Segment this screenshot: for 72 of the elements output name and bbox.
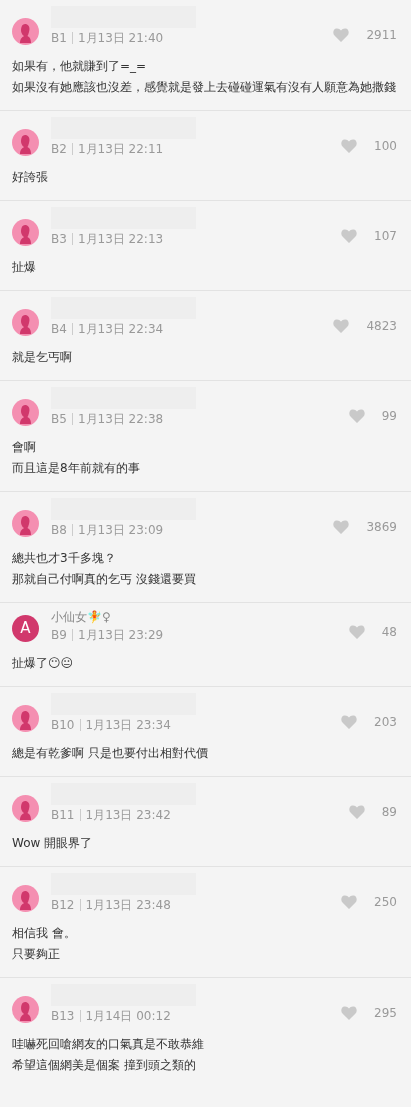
comment-text: 總是有乾爹啊 只是也要付出相對代價 [12,745,209,762]
avatar-icon[interactable] [12,18,39,45]
comment-time: 1月13日 21:40 [77,30,164,46]
like-count: 2911 [366,27,397,44]
floor-number: B11 [51,807,75,823]
comment-text: 總共也才3千多塊？ [12,550,117,567]
avatar[interactable]: A [12,615,39,642]
avatar-icon[interactable] [12,795,39,822]
comment-time: 1月13日 23:48 [85,897,171,913]
comment-text: 而且這是8年前就有的事 [12,460,141,477]
heart-icon[interactable] [341,139,358,153]
comment-text: 會啊 [12,439,37,456]
like-count: 89 [381,804,397,821]
heart-icon[interactable] [348,625,365,639]
like-count: 3869 [366,519,397,536]
like-count: 203 [374,714,397,731]
heart-icon[interactable] [341,229,358,243]
like-count: 100 [374,138,397,155]
like-count: 107 [374,228,397,245]
comment-text: Wow 開眼界了 [12,835,94,852]
heart-icon[interactable] [348,409,365,423]
comment-text: 哇嚇死回嗆網友的口氣真是不敢恭維 [12,1036,205,1053]
floor-number: B5 [51,411,67,427]
comment-time: 1月13日 23:42 [85,807,171,823]
avatar-icon[interactable] [12,309,39,336]
comment-text: 相信我 會。 [12,925,77,942]
comment-time: 1月13日 22:34 [77,321,164,337]
like-count: 4823 [366,318,397,335]
like-count: 99 [381,408,397,425]
comment-time: 1月13日 22:38 [77,411,164,427]
comment-time: 1月13日 22:11 [77,141,164,157]
floor-number: B12 [51,897,75,913]
comment-text: 希望這個網美是個案 撞到頭之類的 [12,1057,197,1074]
heart-icon[interactable] [333,520,350,534]
comment-time: 1月13日 23:29 [77,627,164,643]
avatar-icon[interactable] [12,399,39,426]
heart-icon[interactable] [341,895,358,909]
comment-text: 只要夠正 [12,946,61,963]
floor-number: B4 [51,321,67,337]
avatar-icon[interactable] [12,510,39,537]
floor-number: B3 [51,231,67,247]
floor-number: B13 [51,1008,75,1024]
comment-time: 1月13日 22:13 [77,231,164,247]
comment-time: 1月14日 00:12 [85,1008,171,1024]
floor-number: B2 [51,141,67,157]
comment-time: 1月13日 23:34 [85,717,171,733]
floor-number: B1 [51,30,67,46]
comment-text: 扯爆了😶😐 [12,655,75,672]
comment-text: 好誇張 [12,169,49,186]
avatar-icon[interactable] [12,219,39,246]
heart-icon[interactable] [333,28,350,42]
avatar-icon[interactable] [12,129,39,156]
like-count: 250 [374,894,397,911]
author-name[interactable]: 小仙女🧚♀ [51,609,337,625]
comment-text: 如果沒有她應該也沒差，感覺就是發上去碰碰運氣有沒有人願意為她撒錢 [12,79,397,96]
avatar-icon[interactable] [12,885,39,912]
floor-number: B10 [51,717,75,733]
heart-icon[interactable] [333,319,350,333]
comment-time: 1月13日 23:09 [77,522,164,538]
comment-text: 那就自己付啊真的乞丐 沒錢還要買 [12,571,197,588]
avatar-icon[interactable] [12,705,39,732]
floor-number: B8 [51,522,67,538]
comment-text: 如果有，他就賺到了=_= [12,58,148,75]
avatar-icon[interactable] [12,996,39,1023]
like-count: 48 [381,624,397,641]
heart-icon[interactable] [341,1006,358,1020]
comment-text: 就是乞丐啊 [12,349,73,366]
heart-icon[interactable] [341,715,358,729]
comment-text: 扯爆 [12,259,37,276]
heart-icon[interactable] [348,805,365,819]
floor-number: B9 [51,627,67,643]
like-count: 295 [374,1005,397,1022]
